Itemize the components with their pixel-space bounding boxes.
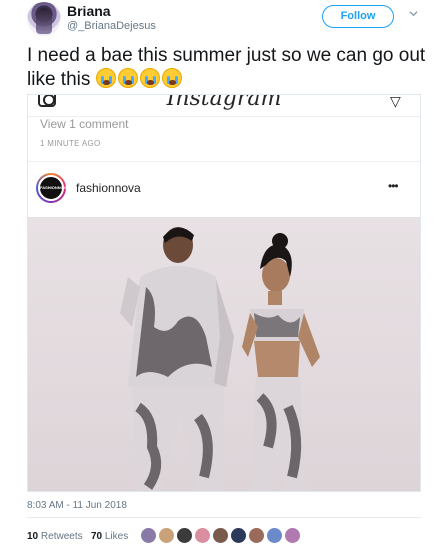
user-handle[interactable]: @_BrianaDejesus xyxy=(67,20,156,32)
fashionnova-avatar-text: FASHIONNOVA xyxy=(38,175,69,201)
crying-emoji-group xyxy=(95,68,184,95)
crying-emoji-icon xyxy=(139,68,160,88)
liker-avatar[interactable] xyxy=(284,527,301,544)
likes-label[interactable]: Likes xyxy=(105,531,128,542)
view-comments-link: View 1 comment xyxy=(40,117,129,131)
tweet-body: I need a bae this summer just so we can … xyxy=(27,45,426,90)
liker-avatar[interactable] xyxy=(194,527,211,544)
more-options-icon: ••• xyxy=(388,179,399,193)
follow-button[interactable]: Follow xyxy=(322,5,394,28)
send-icon: ▽ xyxy=(390,94,401,109)
tweet-timestamp[interactable]: 8:03 AM - 11 Jun 2018 xyxy=(27,500,127,511)
crying-emoji-icon xyxy=(95,68,116,88)
liker-avatar[interactable] xyxy=(212,527,229,544)
tweet-text: I need a bae this summer just so we can … xyxy=(27,44,427,95)
liker-avatar[interactable] xyxy=(230,527,247,544)
liker-avatar[interactable] xyxy=(176,527,193,544)
avatar[interactable] xyxy=(27,2,61,36)
retweets-label[interactable]: Retweets xyxy=(41,531,83,542)
tweet-stats: 10 Retweets 70 Likes xyxy=(27,531,128,542)
liker-avatar[interactable] xyxy=(140,527,157,544)
instagram-username: fashionnova xyxy=(76,181,141,195)
crying-emoji-icon xyxy=(117,68,138,88)
liker-avatars xyxy=(140,527,302,545)
user-name[interactable]: Briana xyxy=(67,3,111,19)
divider xyxy=(27,517,421,518)
likes-count[interactable]: 70 xyxy=(91,531,102,542)
chevron-down-icon[interactable] xyxy=(409,9,418,18)
tweet-header: Briana @_BrianaDejesus Follow xyxy=(0,0,441,38)
retweets-count[interactable]: 10 xyxy=(27,531,38,542)
liker-avatar[interactable] xyxy=(158,527,175,544)
divider xyxy=(28,161,420,162)
post-time-ago: 1 MINUTE AGO xyxy=(40,139,101,148)
instagram-topbar: Instagram ▽ xyxy=(28,95,420,117)
instagram-screenshot[interactable]: Instagram ▽ View 1 comment 1 MINUTE AGO … xyxy=(27,94,421,492)
crying-emoji-icon xyxy=(161,68,182,88)
post-photo xyxy=(28,217,420,491)
fashionnova-avatar: FASHIONNOVA xyxy=(36,173,69,203)
liker-avatar[interactable] xyxy=(266,527,283,544)
liker-avatar[interactable] xyxy=(248,527,265,544)
couple-photo-illustration xyxy=(120,227,320,491)
instagram-logo: Instagram xyxy=(166,94,282,111)
